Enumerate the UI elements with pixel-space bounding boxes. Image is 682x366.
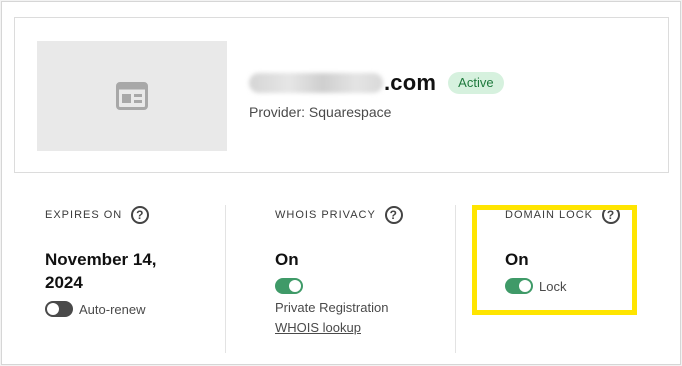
website-placeholder-icon [116, 82, 148, 110]
expires-title: EXPIRES ON [45, 209, 123, 221]
domain-name-redacted [249, 73, 383, 93]
whois-sub-text: Private Registration [275, 300, 389, 315]
column-divider [225, 205, 226, 353]
status-badge: Active [448, 72, 504, 94]
expires-date-line1: November 14, [45, 250, 157, 269]
auto-renew-toggle[interactable] [45, 301, 73, 317]
whois-toggle-row [275, 277, 403, 295]
highlight-box [472, 205, 637, 315]
help-icon[interactable]: ? [384, 206, 403, 224]
auto-renew-label: Auto-renew [79, 301, 146, 317]
provider-text: Provider: Squarespace [249, 104, 392, 120]
whois-title: WHOIS PRIVACY [275, 209, 376, 221]
domain-card: .com Active Provider: Squarespace [14, 17, 669, 173]
expires-column: EXPIRES ON ? November 14, 2024 Auto-rene… [45, 205, 157, 318]
whois-title-row: WHOIS PRIVACY ? [275, 205, 403, 225]
whois-lookup-link[interactable]: WHOIS lookup [275, 320, 403, 335]
domain-thumbnail [37, 41, 227, 151]
whois-value: On [275, 250, 299, 269]
whois-privacy-toggle[interactable] [275, 278, 303, 294]
domain-name-row: .com Active [249, 69, 504, 97]
domain-tld: .com [384, 70, 437, 95]
help-icon[interactable]: ? [131, 206, 150, 224]
auto-renew-row: Auto-renew [45, 300, 157, 318]
domain-overview-panel: .com Active Provider: Squarespace EXPIRE… [1, 1, 681, 365]
expires-date-line2: 2024 [45, 273, 83, 292]
column-divider [455, 205, 456, 353]
expires-title-row: EXPIRES ON ? [45, 205, 157, 225]
whois-column: WHOIS PRIVACY ? On Private Registration … [275, 205, 403, 335]
